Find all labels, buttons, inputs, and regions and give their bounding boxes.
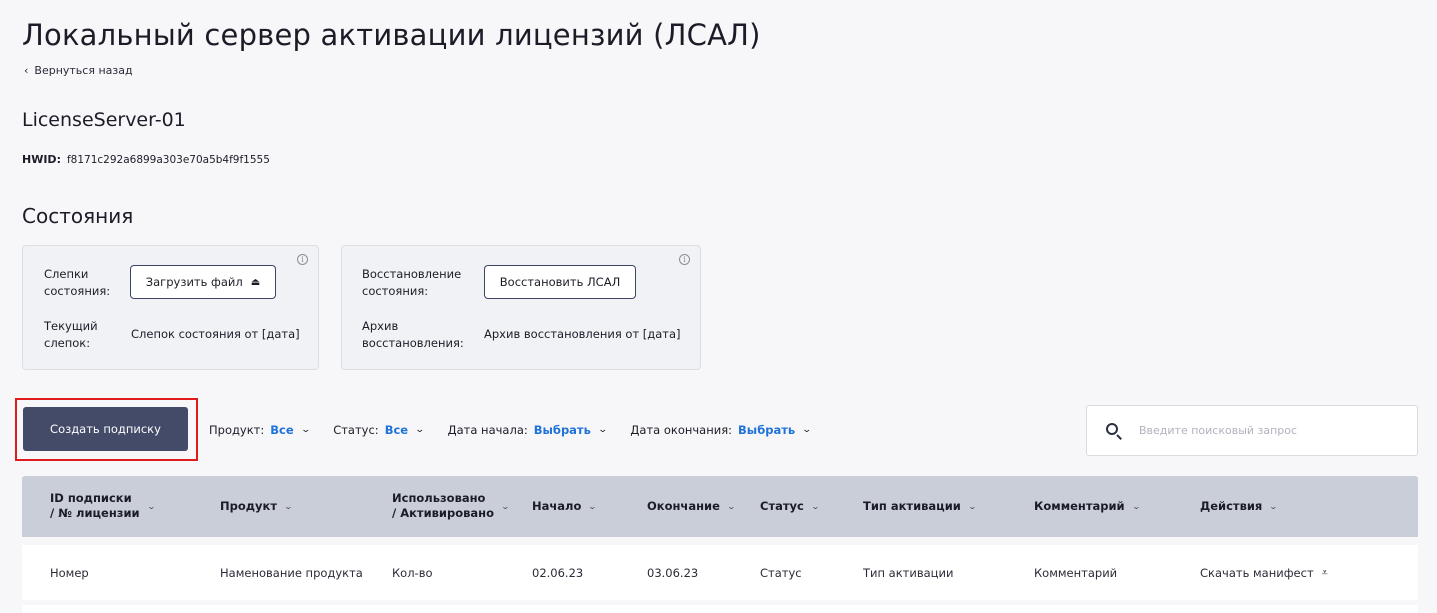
column-header-end[interactable]: Окончание ⌄ — [647, 499, 736, 514]
filter-value: Все — [384, 423, 409, 437]
server-name: LicenseServer-01 — [22, 109, 186, 131]
chevron-down-icon: ⌄ — [1131, 502, 1141, 511]
restore-lsal-button[interactable]: Восстановить ЛСАЛ — [484, 265, 636, 299]
filter-label: Статус: — [333, 423, 379, 437]
chevron-down-icon: ⌄ — [300, 425, 311, 435]
filter-value: Выбрать — [738, 423, 796, 437]
chevron-down-icon: ⌄ — [801, 425, 813, 435]
page-title: Локальный сервер активации лицензий (ЛСА… — [22, 18, 761, 52]
chevron-down-icon: ⌄ — [810, 502, 820, 511]
archive-value: Архив восстановления от [дата] — [484, 327, 681, 341]
snapshots-label: Слепки состояния: — [44, 267, 111, 298]
restore-card: i Восстановление состояния: Восстановить… — [341, 245, 701, 370]
archive-label: Архив восстановления: — [362, 319, 464, 350]
search-input[interactable] — [1139, 424, 1389, 437]
snapshots-card: i Слепки состояния: Загрузить файл ⏏ Тек… — [22, 245, 319, 370]
table-header: ID подписки / № лицензии ⌄ Продукт ⌄ Испо… — [22, 476, 1418, 537]
hwid-value: f8171c292a6899a303e70a5b4f9f1555 — [66, 154, 270, 166]
info-icon[interactable]: i — [679, 254, 690, 265]
chevron-down-icon: ⌄ — [414, 425, 426, 435]
restore-lsal-label: Восстановить ЛСАЛ — [499, 275, 621, 289]
column-header-start[interactable]: Начало ⌄ — [532, 499, 598, 514]
column-header-product[interactable]: Продукт ⌄ — [220, 499, 294, 514]
search-box — [1086, 405, 1418, 456]
filter-start-date[interactable]: Дата начала: Выбрать ⌄ — [447, 423, 608, 437]
upload-icon: ⏏ — [250, 276, 261, 288]
cell-id: Номер — [50, 566, 89, 580]
filter-product[interactable]: Продукт: Все ⌄ — [209, 423, 311, 437]
filter-label: Дата окончания: — [630, 423, 733, 437]
chevron-down-icon: ⌄ — [597, 425, 608, 435]
filters-bar: Продукт: Все ⌄ Статус: Все ⌄ Дата начала… — [209, 423, 813, 437]
hwid-label: HWID: — [22, 153, 61, 166]
filter-status[interactable]: Статус: Все ⌄ — [333, 423, 426, 437]
current-snapshot-label: Текущий слепок: — [44, 319, 98, 350]
download-icon: ⩡ — [1321, 566, 1328, 579]
cell-comment: Комментарий — [1034, 566, 1118, 580]
chevron-down-icon: ⌄ — [967, 502, 977, 511]
restore-label: Восстановление состояния: — [362, 267, 462, 298]
cell-activation-type: Тип активации — [863, 566, 954, 580]
download-manifest-link[interactable]: Скачать манифест ⩡ — [1200, 566, 1328, 580]
chevron-down-icon: ⌄ — [726, 502, 736, 511]
current-snapshot-value: Слепок состояния от [дата] — [131, 327, 300, 341]
column-header-used[interactable]: Использовано / Активировано ⌄ — [392, 491, 511, 521]
column-header-status[interactable]: Статус ⌄ — [760, 499, 820, 514]
filter-end-date[interactable]: Дата окончания: Выбрать ⌄ — [630, 423, 813, 437]
cell-status: Статус — [760, 566, 802, 580]
back-link-label: Вернуться назад — [34, 64, 133, 77]
create-subscription-button[interactable]: Создать подписку — [23, 407, 188, 451]
column-header-actions[interactable]: Действия ⌄ — [1200, 499, 1279, 514]
cell-used: Кол-во — [392, 566, 433, 580]
chevron-down-icon: ⌄ — [283, 502, 294, 511]
cell-start: 02.06.23 — [532, 566, 584, 580]
chevron-down-icon: ⌄ — [500, 501, 511, 511]
filter-value: Выбрать — [533, 423, 591, 437]
chevron-left-icon: ‹ — [24, 64, 29, 77]
column-header-id[interactable]: ID подписки / № лицензии ⌄ — [50, 491, 156, 521]
chevron-down-icon: ⌄ — [146, 501, 156, 511]
cell-product: Наменование продукта — [220, 566, 363, 580]
filter-label: Дата начала: — [447, 423, 528, 437]
column-header-comment[interactable]: Комментарий ⌄ — [1034, 499, 1141, 514]
info-icon[interactable]: i — [297, 254, 308, 265]
download-manifest-label: Скачать манифест — [1200, 566, 1314, 580]
section-title: Состояния — [22, 204, 134, 228]
back-link[interactable]: ‹ Вернуться назад — [24, 64, 133, 77]
table-row — [22, 605, 1418, 613]
upload-file-button[interactable]: Загрузить файл ⏏ — [130, 265, 276, 299]
cell-end: 03.06.23 — [647, 566, 699, 580]
filter-value: Все — [270, 423, 294, 437]
table-row: Номер Наменование продукта Кол-во 02.06.… — [22, 545, 1418, 600]
column-header-activation-type[interactable]: Тип активации ⌄ — [863, 499, 977, 514]
chevron-down-icon: ⌄ — [1268, 502, 1279, 511]
hwid: HWID: f8171c292a6899a303e70a5b4f9f1555 — [22, 153, 270, 166]
filter-label: Продукт: — [209, 423, 265, 437]
search-icon[interactable] — [1105, 422, 1123, 440]
chevron-down-icon: ⌄ — [588, 502, 598, 511]
upload-file-label: Загрузить файл — [145, 275, 243, 289]
